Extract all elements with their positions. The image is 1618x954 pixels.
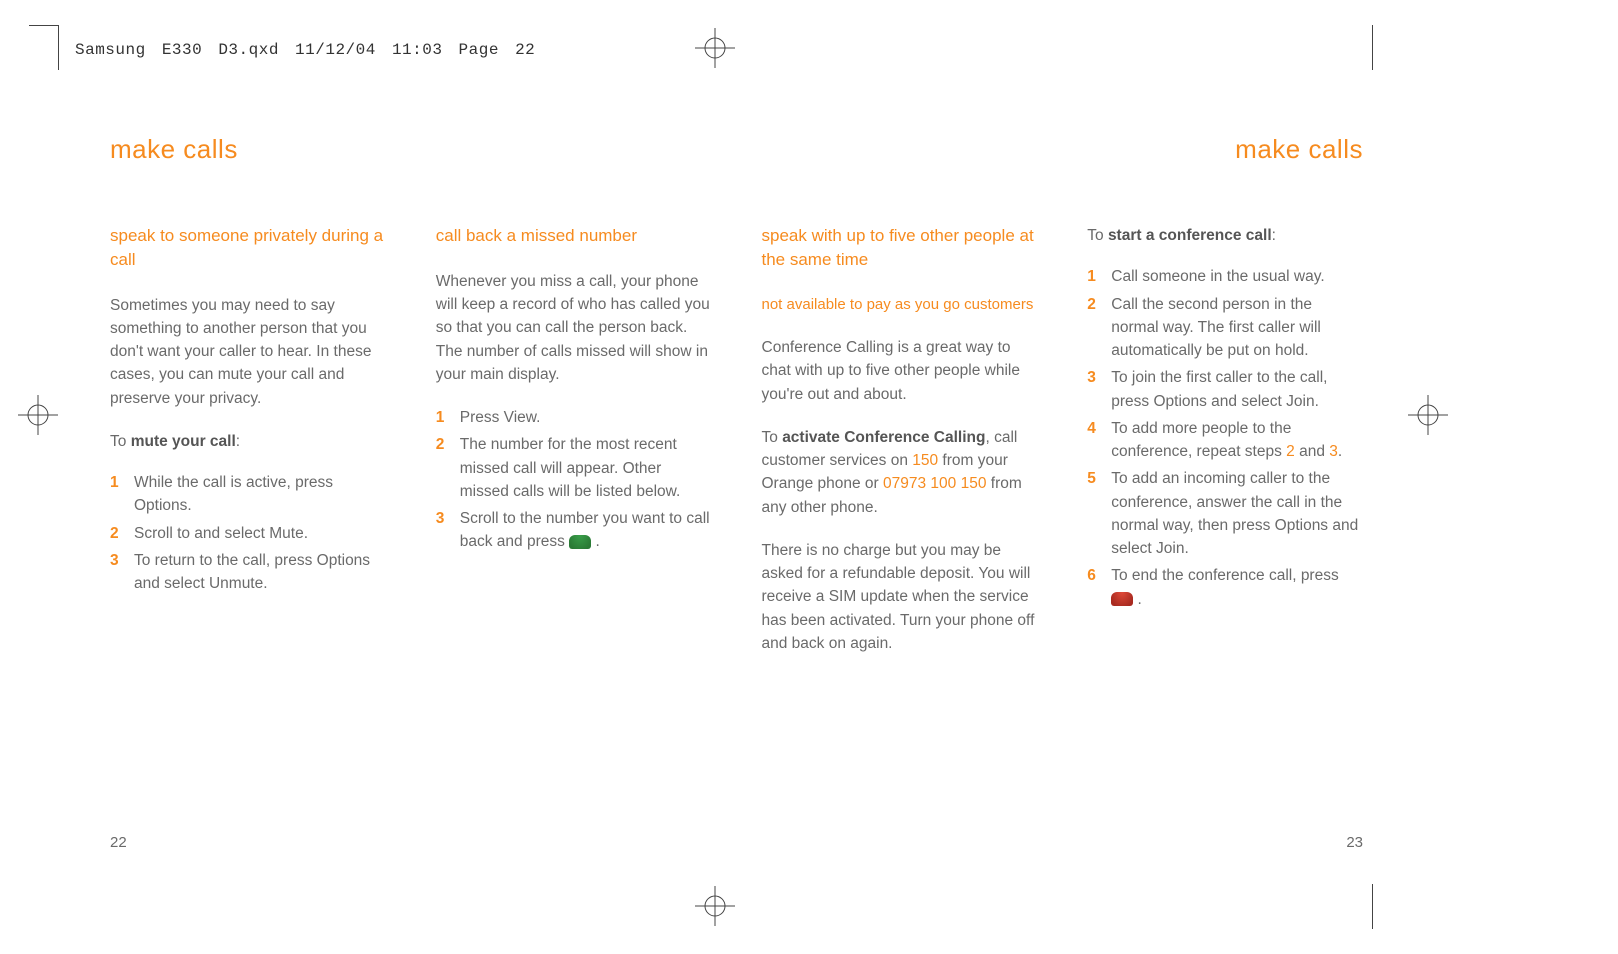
steps-mute: 1While the call is active, press Options… — [110, 471, 386, 595]
folio-left: 22 — [110, 832, 127, 855]
subhead-private-call: speak to someone privately during a call — [110, 224, 386, 272]
step-text: Scroll to the number you want to call ba… — [460, 507, 712, 554]
text: To add more people to the conference, re… — [1111, 420, 1291, 460]
step-ref: 2 — [1286, 443, 1295, 460]
step-number: 3 — [110, 549, 134, 572]
step-text: To add an incoming caller to the confere… — [1111, 467, 1363, 560]
registration-mark-icon — [18, 395, 58, 435]
text: To — [110, 433, 131, 450]
step-number: 2 — [110, 522, 134, 545]
availability-note: not available to pay as you go customers — [762, 294, 1038, 317]
right-col-1: speak with up to five other people at th… — [762, 224, 1038, 675]
body-text: To activate Conference Calling, call cus… — [762, 426, 1038, 519]
text: Whenever you miss a call, your phone wil… — [436, 273, 710, 337]
step-number: 6 — [1087, 564, 1111, 587]
end-call-key-icon — [1111, 592, 1133, 606]
registration-mark-icon — [695, 28, 735, 68]
step-item: 2Call the second person in the normal wa… — [1087, 293, 1363, 363]
subhead-conference: speak with up to five other people at th… — [762, 224, 1038, 272]
phone-number: 07973 100 150 — [883, 475, 986, 492]
crop-mark — [1372, 884, 1373, 929]
step-item: 6To end the conference call, press . — [1087, 564, 1363, 611]
text: : — [236, 433, 240, 450]
text: and — [1295, 443, 1329, 460]
step-item: 1While the call is active, press Options… — [110, 471, 386, 518]
step-number: 1 — [1087, 265, 1111, 288]
step-text: While the call is active, press Options. — [134, 471, 386, 518]
text: . — [1133, 591, 1142, 608]
body-text: Whenever you miss a call, your phone wil… — [436, 270, 712, 386]
step-text: To add more people to the conference, re… — [1111, 417, 1363, 464]
lead-mute: To mute your call: — [110, 430, 386, 453]
text: To — [1087, 227, 1108, 244]
lead-start-conference: To start a conference call: — [1087, 224, 1363, 247]
left-col-1: speak to someone privately during a call… — [110, 224, 386, 599]
step-text: To join the first caller to the call, pr… — [1111, 366, 1363, 413]
step-item: 2Scroll to and select Mute. — [110, 522, 386, 545]
right-col-2: To start a conference call: 1Call someon… — [1087, 224, 1363, 675]
left-col-2: call back a missed number Whenever you m… — [436, 224, 712, 599]
phone-number: 150 — [912, 452, 938, 469]
subhead-callback: call back a missed number — [436, 224, 712, 248]
step-item: 1Call someone in the usual way. — [1087, 265, 1363, 288]
step-number: 3 — [436, 507, 460, 530]
bold-text: start a conference call — [1108, 227, 1272, 244]
step-number: 5 — [1087, 467, 1111, 490]
text: . — [591, 533, 600, 550]
step-text: Call someone in the usual way. — [1111, 265, 1363, 288]
crop-mark — [1372, 25, 1373, 70]
step-number: 2 — [436, 433, 460, 456]
step-number: 1 — [110, 471, 134, 494]
step-text: Press View. — [460, 406, 712, 429]
body-text: Sometimes you may need to say something … — [110, 294, 386, 410]
step-number: 2 — [1087, 293, 1111, 316]
steps-conference: 1Call someone in the usual way. 2Call th… — [1087, 265, 1363, 611]
step-item: 1Press View. — [436, 406, 712, 429]
step-text: The number for the most recent missed ca… — [460, 433, 712, 503]
text: To — [762, 429, 783, 446]
body-text: There is no charge but you may be asked … — [762, 539, 1038, 655]
call-key-icon — [569, 535, 591, 549]
page-right: make calls speak with up to five other p… — [732, 100, 1404, 854]
print-slug: Samsung E330 D3.qxd 11/12/04 11:03 Page … — [75, 38, 535, 62]
step-item: 2The number for the most recent missed c… — [436, 433, 712, 503]
body-text: Conference Calling is a great way to cha… — [762, 336, 1038, 406]
steps-callback: 1Press View. 2The number for the most re… — [436, 406, 712, 554]
text: : — [1272, 227, 1276, 244]
running-head-left: make calls — [110, 130, 712, 169]
bold-text: activate Conference Calling — [782, 429, 985, 446]
bold-text: mute your call — [131, 433, 236, 450]
running-head-right: make calls — [762, 130, 1364, 169]
step-item: 3To return to the call, press Options an… — [110, 549, 386, 596]
step-number: 4 — [1087, 417, 1111, 440]
step-item: 3To join the first caller to the call, p… — [1087, 366, 1363, 413]
step-text: Scroll to and select Mute. — [134, 522, 386, 545]
step-number: 1 — [436, 406, 460, 429]
step-ref: 3 — [1329, 443, 1338, 460]
registration-mark-icon — [1408, 395, 1448, 435]
step-number: 3 — [1087, 366, 1111, 389]
step-text: Call the second person in the normal way… — [1111, 293, 1363, 363]
step-text: To end the conference call, press . — [1111, 564, 1363, 611]
text: The number of calls missed will show in … — [436, 343, 708, 383]
folio-right: 23 — [1346, 832, 1363, 855]
text: To end the conference call, press — [1111, 567, 1338, 584]
page-spread: make calls speak to someone privately du… — [70, 100, 1403, 854]
registration-mark-icon — [695, 886, 735, 926]
step-item: 4To add more people to the conference, r… — [1087, 417, 1363, 464]
step-text: To return to the call, press Options and… — [134, 549, 386, 596]
page-left: make calls speak to someone privately du… — [70, 100, 732, 854]
step-item: 3Scroll to the number you want to call b… — [436, 507, 712, 554]
step-item: 5To add an incoming caller to the confer… — [1087, 467, 1363, 560]
text: . — [1338, 443, 1342, 460]
